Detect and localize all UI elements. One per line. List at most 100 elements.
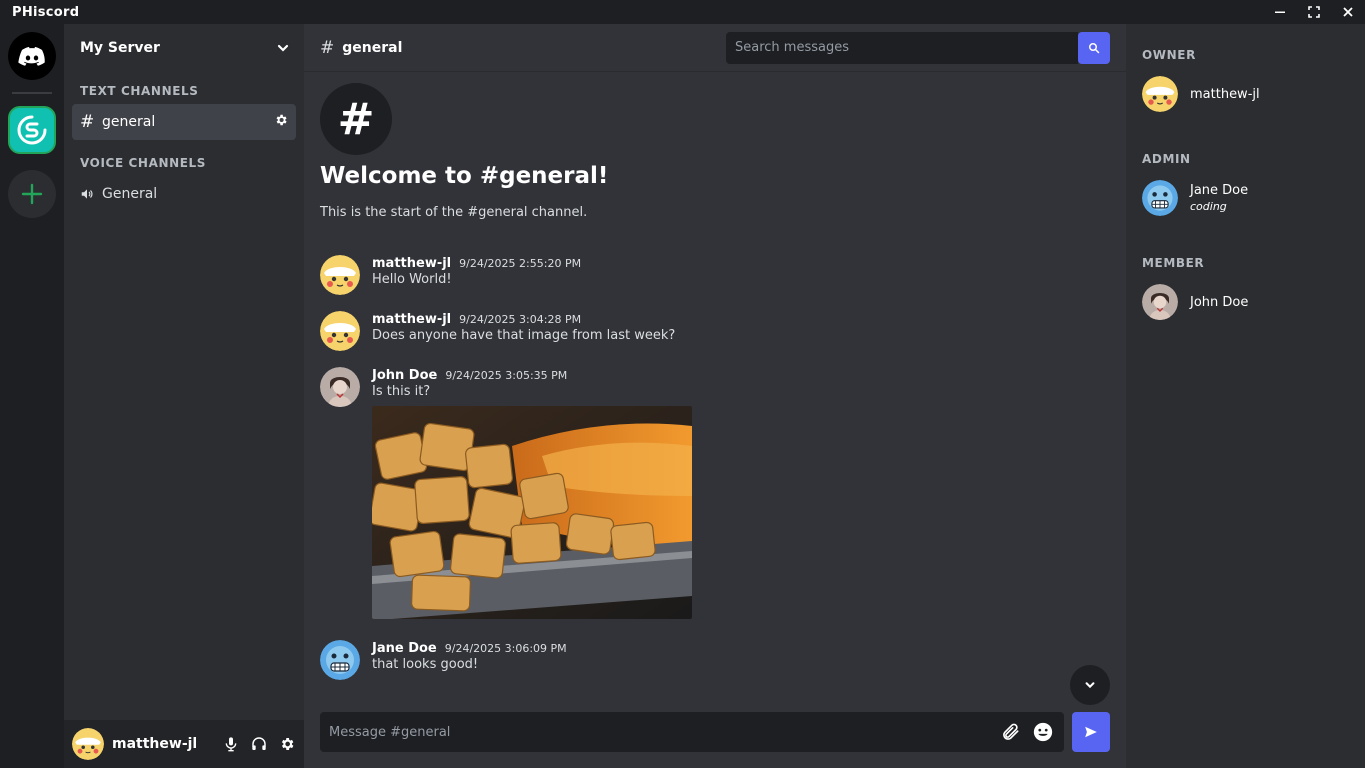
search-bar xyxy=(726,31,1110,64)
add-server-button[interactable] xyxy=(8,170,56,218)
member-status: coding xyxy=(1190,200,1227,213)
server-header[interactable]: My Server xyxy=(64,24,304,72)
role-header-member: MEMBER xyxy=(1142,256,1205,270)
close-button[interactable] xyxy=(1331,0,1365,24)
role-header-owner: OWNER xyxy=(1142,48,1196,62)
member-item[interactable]: Jane Doe coding xyxy=(1142,178,1352,218)
maximize-button[interactable] xyxy=(1297,0,1331,24)
search-button[interactable] xyxy=(1078,31,1110,64)
person-photo-avatar-icon xyxy=(1142,284,1178,320)
smiley-icon xyxy=(1033,722,1053,742)
gear-icon xyxy=(281,738,294,750)
voice-channel-name: General xyxy=(102,186,158,202)
message-composer xyxy=(320,712,1064,752)
grimace-emoji-avatar-icon xyxy=(320,640,360,680)
mute-button[interactable] xyxy=(222,735,240,753)
member-name: matthew-jl xyxy=(1190,86,1260,102)
user-panel-controls xyxy=(222,735,296,753)
headphones-icon xyxy=(252,737,266,750)
message-text: Hello World! xyxy=(372,272,452,287)
send-icon xyxy=(1085,726,1097,738)
close-icon xyxy=(1343,7,1353,17)
server-name: My Server xyxy=(80,40,160,56)
message-image[interactable] xyxy=(372,406,692,619)
person-photo-avatar-icon xyxy=(320,367,360,407)
message-timestamp: 9/24/2025 3:05:35 PM xyxy=(445,369,568,382)
message-author[interactable]: Jane Doe xyxy=(372,641,437,656)
channel-settings-button[interactable] xyxy=(274,113,288,131)
message-author[interactable]: matthew-jl xyxy=(372,256,451,271)
user-settings-button[interactable] xyxy=(278,735,296,753)
avatar[interactable] xyxy=(320,255,360,295)
member-item[interactable]: matthew-jl xyxy=(1142,74,1352,114)
search-input[interactable] xyxy=(726,31,1078,64)
gear-icon xyxy=(276,114,287,126)
pikachu-avatar-icon xyxy=(72,728,104,760)
text-channels-category[interactable]: TEXT CHANNELS xyxy=(64,84,215,98)
attach-button[interactable] xyxy=(999,720,1023,744)
channel-title: general xyxy=(342,39,403,56)
discord-logo-icon xyxy=(8,32,56,80)
maximize-icon xyxy=(1308,6,1320,18)
deafen-button[interactable] xyxy=(250,735,268,753)
avatar[interactable] xyxy=(320,367,360,407)
window-controls xyxy=(1263,0,1365,24)
voice-channel-general[interactable]: General xyxy=(72,176,296,212)
avatar[interactable] xyxy=(320,640,360,680)
message-text: Is this it? xyxy=(372,384,431,399)
server-rail xyxy=(0,24,64,768)
channel-hash-icon: # xyxy=(320,83,392,155)
channel-name: general xyxy=(102,114,156,130)
role-header-admin: ADMIN xyxy=(1142,152,1191,166)
chevron-down-icon xyxy=(1085,682,1095,689)
member-item[interactable]: John Doe xyxy=(1142,282,1352,322)
channel-header: # general xyxy=(304,24,1126,72)
app-title: PHiscord xyxy=(12,4,80,20)
current-user-name: matthew-jl xyxy=(112,736,198,752)
user-panel: matthew-jl xyxy=(64,720,304,768)
avatar[interactable] xyxy=(320,311,360,351)
message-author[interactable]: John Doe xyxy=(372,368,437,383)
search-icon xyxy=(1089,42,1100,53)
food-photo-icon xyxy=(372,406,692,619)
welcome-subtitle: This is the start of the #general channe… xyxy=(320,205,588,220)
pikachu-avatar-icon xyxy=(1142,76,1178,112)
hash-icon: # xyxy=(320,37,335,58)
grimace-emoji-avatar-icon xyxy=(1142,180,1178,216)
chevron-down-icon xyxy=(277,44,289,52)
welcome-title: Welcome to #general! xyxy=(320,163,609,189)
avatar[interactable] xyxy=(72,728,104,760)
message-text: Does anyone have that image from last we… xyxy=(372,328,676,343)
home-button[interactable] xyxy=(8,32,56,80)
member-name: Jane Doe xyxy=(1190,183,1249,198)
scroll-to-bottom-button[interactable] xyxy=(1070,665,1110,705)
channel-sidebar: My Server TEXT CHANNELS # general VOICE … xyxy=(64,24,304,768)
channel-item-general[interactable]: # general xyxy=(72,104,296,140)
send-button[interactable] xyxy=(1072,712,1110,752)
paperclip-icon xyxy=(1003,723,1019,740)
minimize-button[interactable] xyxy=(1263,0,1297,24)
member-name: John Doe xyxy=(1190,294,1249,310)
avatar xyxy=(1142,284,1178,320)
message-text: that looks good! xyxy=(372,657,479,672)
pikachu-avatar-icon xyxy=(320,311,360,351)
speaker-icon xyxy=(80,187,102,201)
pikachu-avatar-icon xyxy=(320,255,360,295)
minimize-icon xyxy=(1275,11,1285,13)
microphone-icon xyxy=(225,737,237,752)
server-button[interactable] xyxy=(8,106,56,154)
chat-area: # general # Welcome to #general! This is… xyxy=(304,24,1126,768)
hash-icon: # xyxy=(80,112,95,132)
message-timestamp: 9/24/2025 2:55:20 PM xyxy=(459,257,582,270)
voice-channels-category[interactable]: VOICE CHANNELS xyxy=(64,156,222,170)
message-author[interactable]: matthew-jl xyxy=(372,312,451,327)
title-bar: PHiscord xyxy=(0,0,1365,24)
message-input[interactable] xyxy=(329,724,991,740)
plus-icon xyxy=(21,183,43,205)
server-logo-icon xyxy=(17,115,47,145)
emoji-button[interactable] xyxy=(1031,720,1055,744)
avatar xyxy=(1142,180,1178,216)
message-timestamp: 9/24/2025 3:04:28 PM xyxy=(459,313,582,326)
avatar xyxy=(1142,76,1178,112)
message-timestamp: 9/24/2025 3:06:09 PM xyxy=(444,642,567,655)
